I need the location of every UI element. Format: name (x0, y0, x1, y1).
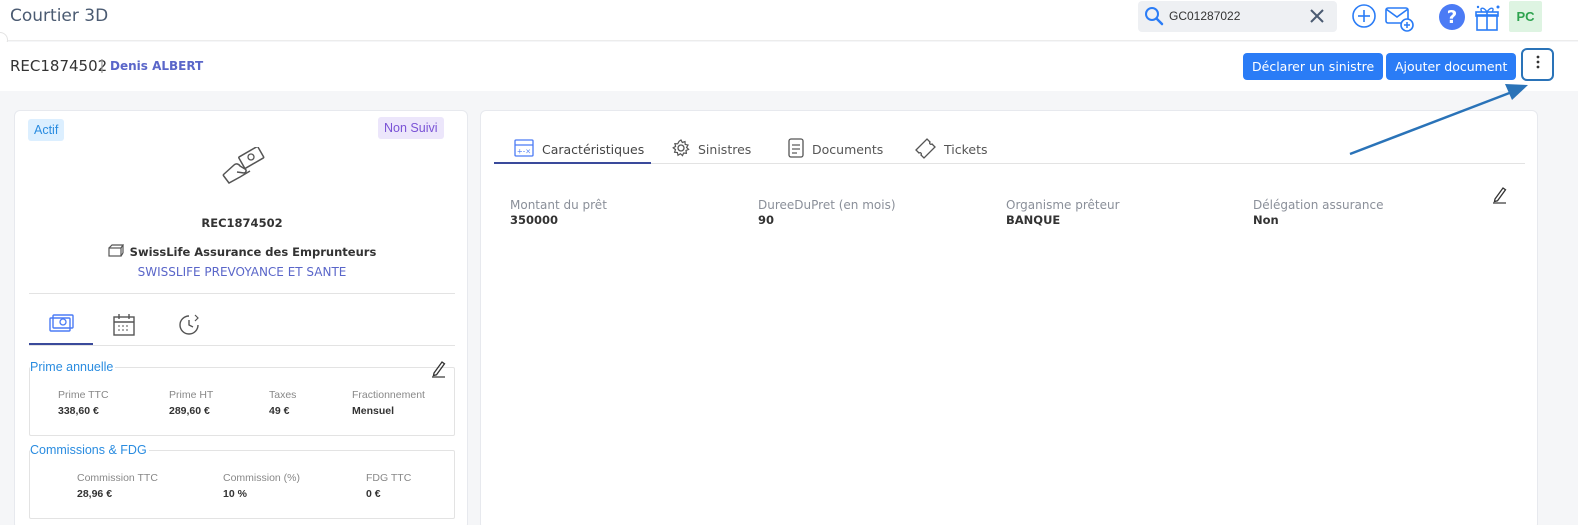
gear-icon (672, 138, 690, 160)
box-icon (108, 244, 124, 260)
taxes: Taxes 49 € (269, 389, 297, 417)
edit-premium-pencil-icon[interactable] (431, 360, 447, 383)
tab-claims[interactable]: Sinistres (672, 135, 751, 163)
insurer-name-link[interactable]: SWISSLIFE PREVOYANCE ET SANTE (15, 265, 469, 279)
fdg-ttc: FDG TTC 0 € (366, 472, 412, 500)
kebab-menu-icon (1536, 55, 1540, 74)
field-loan-duration: DureeDuPret (en mois) 90 (758, 198, 896, 227)
document-icon (788, 137, 804, 161)
search-icon[interactable] (1144, 6, 1164, 31)
edit-details-pencil-icon[interactable] (1492, 186, 1508, 209)
active-tab-indicator (494, 162, 651, 164)
section-title: Prime annuelle (30, 360, 116, 374)
contract-reference: REC1874502 (10, 57, 108, 75)
ticket-icon (914, 137, 936, 162)
product-line: SwissLife Assurance des Emprunteurs (15, 244, 469, 260)
contract-header: REC1874502 | Denis ALBERT Déclarer un si… (0, 42, 1578, 91)
tab-calendar-icon[interactable] (112, 313, 136, 342)
contract-summary-card: Actif Non Suivi REC1874502 SwissLife Ass… (14, 110, 468, 525)
follow-status-badge: Non Suivi (378, 117, 444, 139)
tab-tickets[interactable]: Tickets (914, 135, 988, 163)
add-circle-icon[interactable] (1351, 3, 1377, 34)
top-bar: Courtier 3D ? PC (0, 0, 1578, 41)
tab-documents[interactable]: Documents (788, 135, 883, 163)
field-lender: Organisme prêteur BANQUE (1006, 198, 1120, 227)
card-contract-reference: REC1874502 (201, 216, 283, 230)
field-insurance-delegation: Délégation assurance Non (1253, 198, 1384, 227)
help-icon[interactable]: ? (1438, 3, 1466, 36)
commission-percent: Commission (%) 10 % (223, 472, 301, 500)
add-document-button[interactable]: Ajouter document (1386, 53, 1517, 80)
svg-text:+-×: +-× (517, 147, 531, 155)
payment-frequency: Fractionnement Mensuel (352, 389, 425, 417)
status-badge: Actif (28, 119, 65, 141)
app-title[interactable]: Courtier 3D (10, 6, 108, 26)
svg-text:?: ? (1447, 7, 1457, 28)
field-loan-amount: Montant du prêt 350000 (510, 198, 607, 227)
commission-ttc: Commission TTC 28,96 € (77, 472, 158, 500)
section-title: Commissions & FDG (30, 443, 149, 457)
active-tab-indicator (29, 343, 93, 345)
search-box[interactable] (1138, 1, 1337, 32)
calculator-icon: +-× (514, 138, 534, 160)
gift-icon[interactable] (1473, 3, 1503, 38)
tab-premium-icon[interactable] (48, 313, 74, 340)
payment-hand-icon (220, 145, 266, 194)
declare-claim-button[interactable]: Déclarer un sinistre (1243, 53, 1384, 80)
client-name-link[interactable]: Denis ALBERT (110, 59, 203, 73)
divider (29, 293, 455, 294)
commissions-section: Commissions & FDG Commission TTC 28,96 €… (29, 443, 455, 519)
tab-characteristics[interactable]: +-× Caractéristiques (514, 135, 644, 163)
tabs-divider (29, 345, 455, 346)
search-input[interactable] (1169, 6, 1299, 26)
details-card: +-× Caractéristiques Sinistres Documents… (480, 110, 1538, 525)
tab-history-icon[interactable] (177, 313, 201, 342)
clear-search-icon[interactable] (1308, 7, 1326, 30)
more-options-button[interactable] (1521, 48, 1554, 81)
mail-add-icon[interactable] (1384, 3, 1414, 38)
product-name: SwissLife Assurance des Emprunteurs (129, 245, 377, 259)
premium-ttc: Prime TTC 338,60 € (58, 389, 109, 417)
premium-ht: Prime HT 289,60 € (169, 389, 214, 417)
header-separator: | (100, 57, 104, 74)
annual-premium-section: Prime annuelle Prime TTC 338,60 € Prime … (29, 360, 455, 436)
user-avatar[interactable]: PC (1509, 1, 1542, 32)
